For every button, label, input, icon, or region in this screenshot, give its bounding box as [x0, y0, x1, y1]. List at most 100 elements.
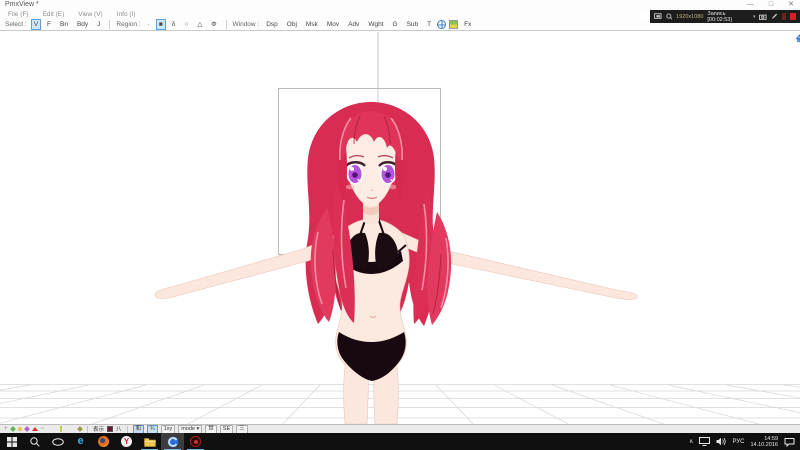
pause-indicator-icon[interactable]	[781, 13, 787, 20]
region-dot-button[interactable]: ·	[145, 19, 153, 30]
status-purple-diamond-icon[interactable]	[23, 426, 30, 432]
toolbar-separator	[109, 20, 111, 29]
close-button[interactable]: ✕	[788, 0, 794, 10]
select-label: Select :	[5, 21, 27, 28]
eye-highlight-left	[350, 167, 354, 171]
status-plus-icon[interactable]: +	[4, 425, 8, 433]
menu-edit[interactable]: Edit (E)	[43, 10, 65, 19]
taskbar-search-button[interactable]	[23, 433, 46, 450]
region-phi-button[interactable]: Φ	[208, 19, 219, 30]
pmx-editor-window: PmxView * — □ ✕ File (F) Edit (E) View (…	[0, 0, 800, 450]
menu-info[interactable]: Info (I)	[117, 10, 136, 19]
region-lasso-button[interactable]: δ	[169, 19, 179, 30]
character-model[interactable]	[154, 102, 638, 424]
menu-bar: File (F) Edit (E) View (V) Info (I)	[0, 10, 640, 19]
camera-icon[interactable]	[759, 14, 768, 20]
menu-view[interactable]: View (V)	[78, 10, 102, 19]
window-sub-button[interactable]: Sub	[404, 19, 422, 30]
region-circle-button[interactable]: ○	[181, 19, 191, 30]
viewport-3d[interactable]	[0, 32, 800, 424]
taskbar-file-explorer[interactable]	[138, 433, 161, 450]
windows-logo-icon	[6, 436, 17, 447]
tray-clock[interactable]: 14:59 14.10.2016	[750, 436, 778, 448]
window-label: Window :	[232, 21, 260, 28]
grid-view-icon[interactable]	[449, 20, 459, 29]
window-obj-button[interactable]: Obj	[284, 19, 300, 30]
pmx-editor-icon	[167, 436, 178, 447]
toolbar-separator	[225, 20, 227, 29]
system-tray: ∧ РУС 14:59 14.10.2016	[689, 433, 800, 450]
display-icon[interactable]	[654, 13, 662, 20]
minimize-button[interactable]: —	[747, 0, 754, 10]
window-dsp-button[interactable]: Dsp	[263, 19, 281, 30]
menu-file[interactable]: File (F)	[8, 10, 29, 19]
window-mov-button[interactable]: Mov	[324, 19, 342, 30]
tray-chevron-icon[interactable]: ∧	[689, 438, 693, 445]
record-indicator-icon[interactable]	[790, 13, 796, 20]
window-adv-button[interactable]: Adv	[345, 19, 362, 30]
firefox-icon	[98, 436, 109, 447]
window-g-button[interactable]: G	[390, 19, 401, 30]
window-t-button[interactable]: T	[424, 19, 434, 30]
viewport-canvas[interactable]	[0, 32, 800, 424]
target-view-icon[interactable]	[437, 20, 447, 29]
taskbar-pmx-editor[interactable]	[161, 433, 184, 450]
status-tilde-icon[interactable]: ~	[41, 425, 45, 433]
select-vertex-button[interactable]: V	[30, 19, 42, 30]
pupil-left	[352, 172, 358, 178]
status-bar: + ~ 表示 八 和 ¾ 1xy mode ▾ 世 SE 三	[0, 424, 800, 434]
tray-display-icon[interactable]	[699, 437, 711, 446]
status-glyph[interactable]: 八	[116, 425, 122, 433]
taskbar-recorder-app[interactable]	[184, 433, 207, 450]
region-square-button[interactable]: ■	[155, 19, 166, 30]
magnifier-icon[interactable]	[665, 13, 673, 20]
region-triangle-button[interactable]: △	[194, 19, 205, 30]
select-body-button[interactable]: Bdy	[74, 19, 91, 30]
pencil-icon[interactable]	[771, 13, 778, 20]
task-view-icon	[51, 437, 64, 446]
start-button[interactable]	[0, 433, 23, 450]
edge-icon: e	[77, 435, 84, 447]
action-center-icon[interactable]	[784, 437, 795, 447]
status-separator	[87, 425, 89, 433]
screen-recorder-overlay: 1920x1080 Запись [00:02:53] ▾	[650, 10, 800, 23]
select-bone-button[interactable]: Bn	[57, 19, 71, 30]
yandex-glyph: Y	[123, 436, 130, 446]
pupil-right	[385, 172, 391, 178]
material-color-swatch[interactable]	[107, 426, 114, 432]
status-yellow-circle-icon[interactable]	[17, 427, 22, 431]
eye-lower-highlight-left	[357, 179, 360, 181]
status-separator	[126, 425, 128, 433]
status-bar-icon[interactable]	[60, 426, 63, 432]
taskbar-yandex-browser[interactable]: Y	[115, 433, 138, 450]
region-label: Region :	[116, 21, 141, 28]
status-green-diamond-icon[interactable]	[9, 426, 16, 432]
status-olive-diamond-icon[interactable]	[77, 426, 83, 432]
keyboard-language[interactable]: РУС	[732, 439, 744, 445]
select-joint-button[interactable]: J	[94, 19, 103, 30]
rotate-gizmo-icon[interactable]	[796, 34, 800, 43]
nose	[371, 189, 373, 191]
recording-resolution: 1920x1080	[676, 13, 704, 20]
floor-grid	[0, 384, 800, 424]
fx-button[interactable]: Fx	[461, 19, 474, 30]
recording-status: Запись [00:02:53]	[707, 10, 732, 23]
window-wght-button[interactable]: Wght	[365, 19, 386, 30]
task-view-button[interactable]	[46, 433, 69, 450]
status-red-triangle-icon[interactable]	[31, 427, 38, 431]
select-face-button[interactable]: F	[44, 19, 54, 30]
volume-icon[interactable]	[716, 437, 727, 446]
recorder-dropdown-icon[interactable]: ▾	[753, 14, 756, 20]
taskbar-edge[interactable]: e	[69, 433, 92, 450]
eye-highlight-right	[383, 167, 387, 171]
window-msk-button[interactable]: Msk	[303, 19, 321, 30]
tray-date: 14.10.2016	[750, 441, 778, 448]
maximize-button[interactable]: □	[769, 0, 773, 10]
taskbar-firefox[interactable]	[92, 433, 115, 450]
yandex-browser-icon: Y	[121, 436, 132, 447]
eye-lower-highlight-right	[390, 179, 393, 181]
recorder-app-icon	[190, 436, 201, 447]
display-toggle[interactable]: 表示	[93, 425, 104, 433]
title-bar: PmxView * — □ ✕	[0, 0, 800, 10]
folder-icon	[143, 437, 156, 447]
